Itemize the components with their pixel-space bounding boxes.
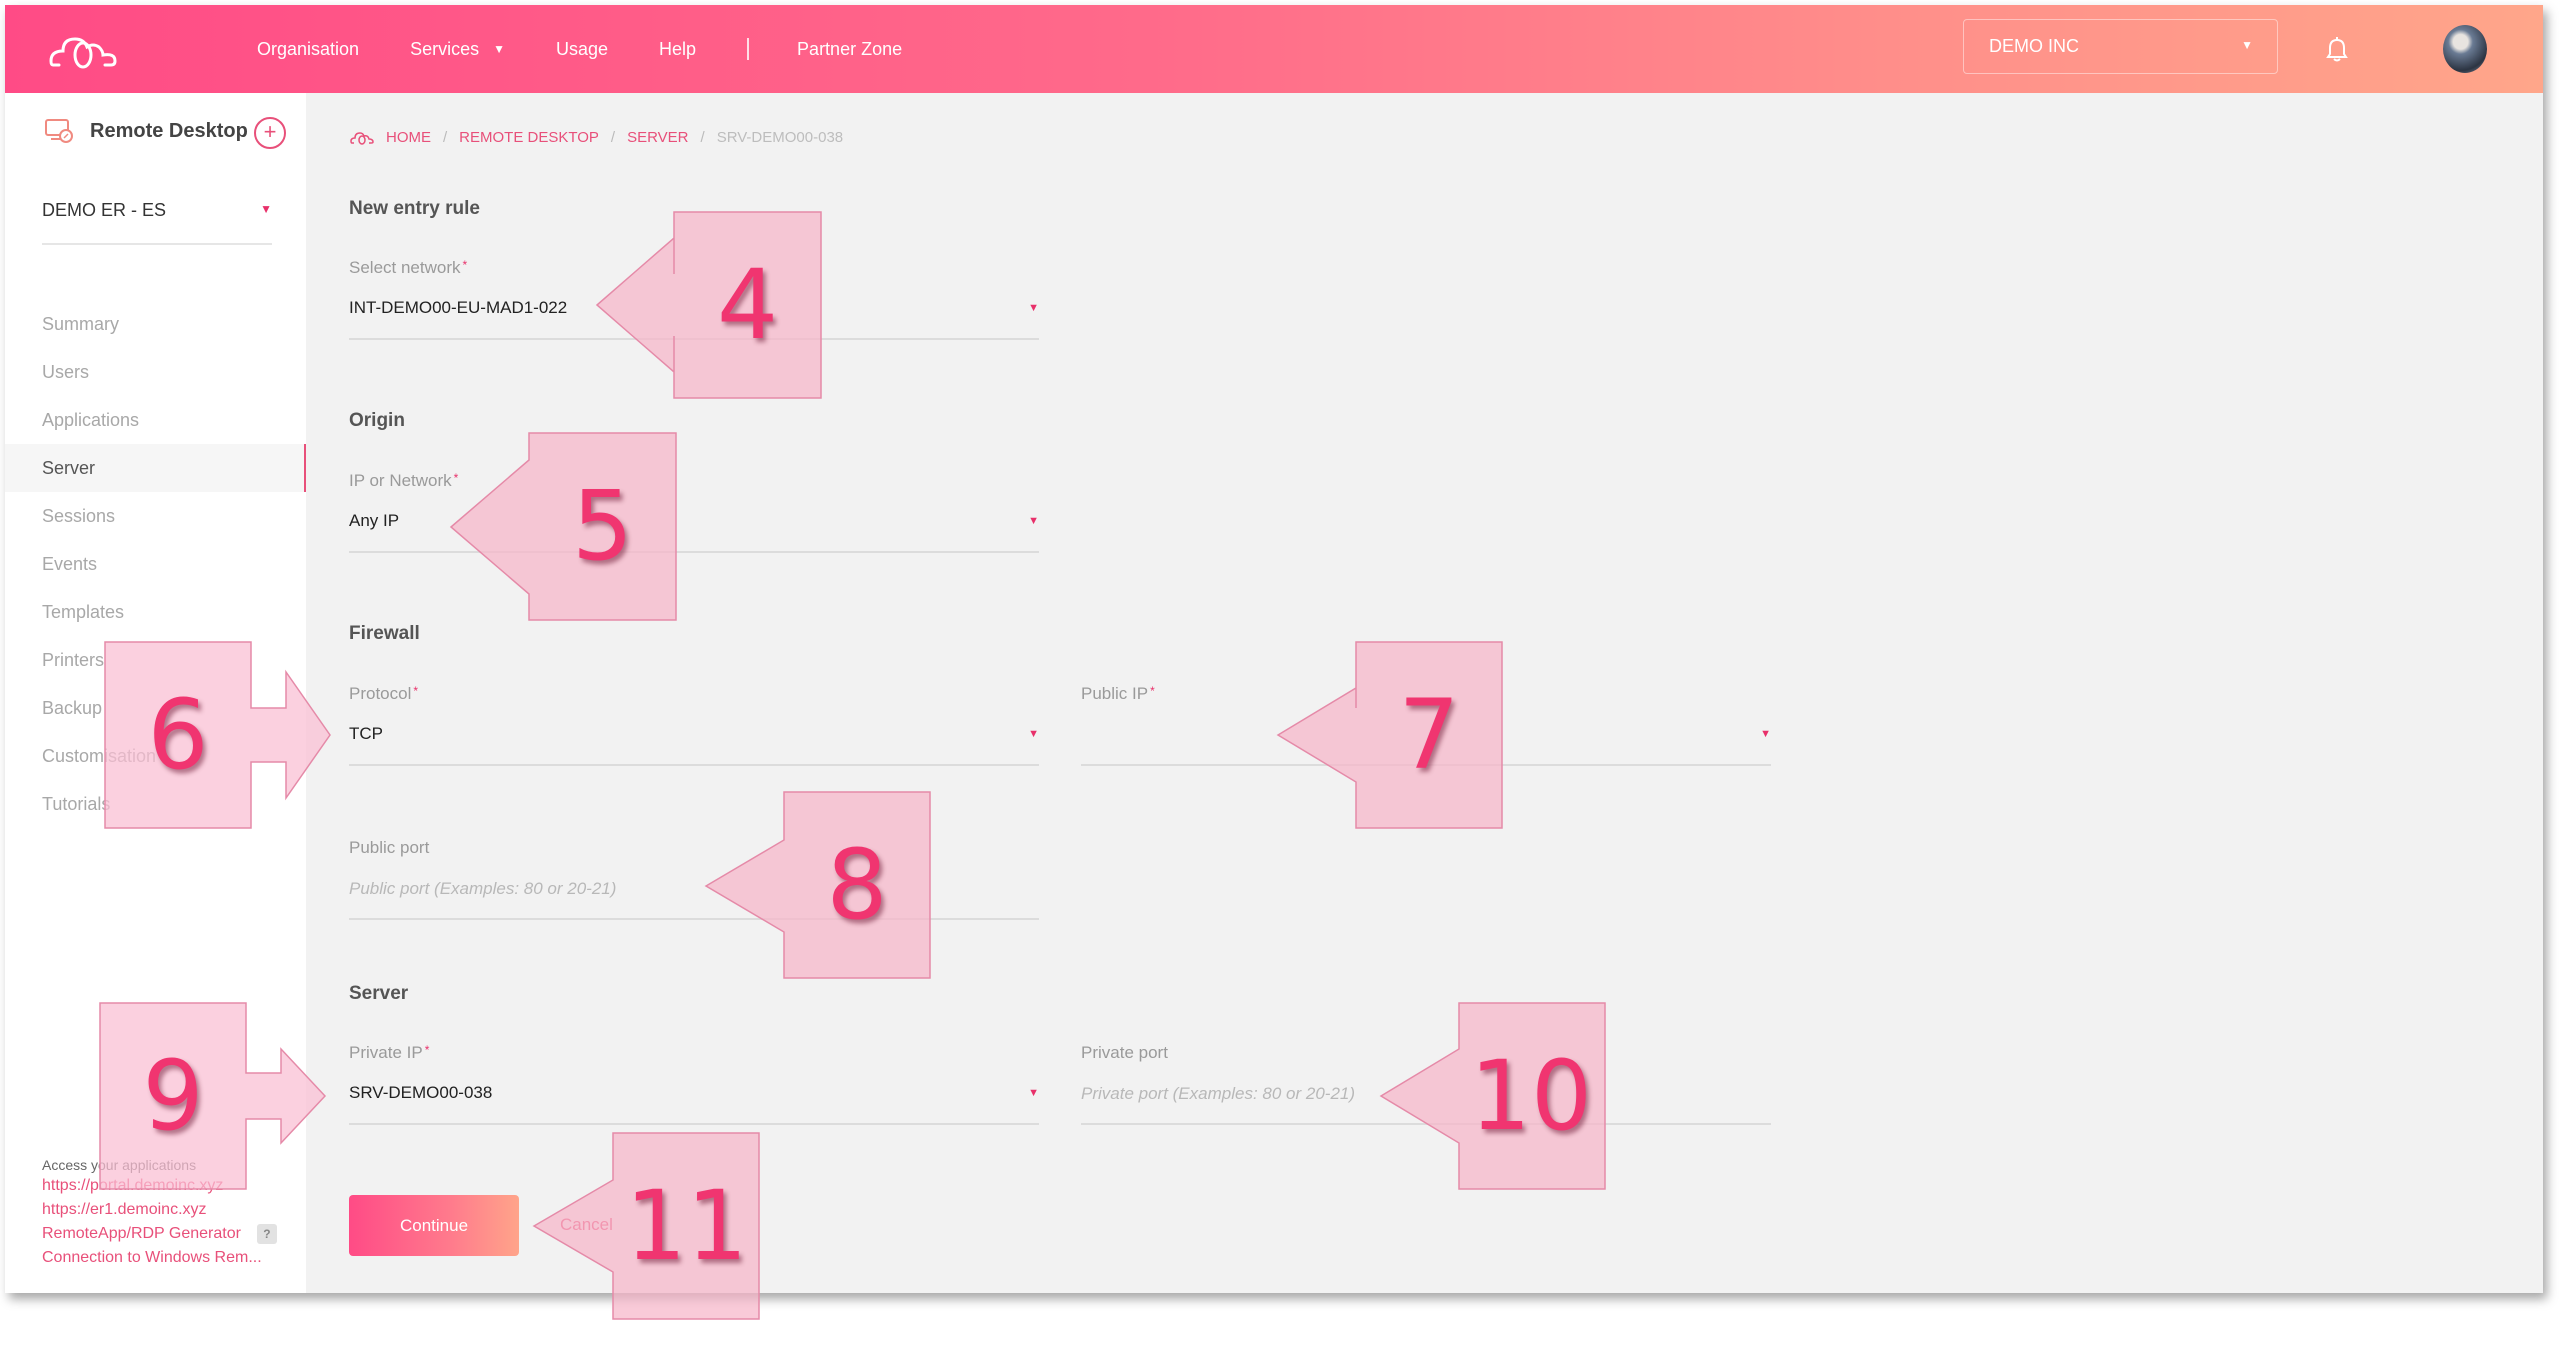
cancel-button[interactable]: Cancel xyxy=(560,1215,613,1235)
chevron-down-icon[interactable]: ▼ xyxy=(1028,728,1039,740)
app-window: Organisation Services ▼ Usage Help Partne… xyxy=(5,5,2543,1293)
field-label: IP or Network * xyxy=(349,471,459,490)
portal-link[interactable]: https://portal.demoinc.xyz xyxy=(42,1174,277,1198)
breadcrumb-current: SRV-DEMO00-038 xyxy=(716,129,844,146)
field-label: Public IP * xyxy=(1081,684,1155,703)
sidebar-item-server[interactable]: Server xyxy=(5,444,306,492)
ip-or-network-field[interactable]: IP or Network * Any IP ▼ xyxy=(349,471,1039,553)
user-avatar[interactable] xyxy=(2443,25,2487,73)
nav-label: Services xyxy=(410,38,480,59)
ip-or-network-value[interactable]: Any IP xyxy=(349,511,399,531)
protocol-field[interactable]: Protocol * TCP ▼ xyxy=(349,684,1039,766)
sidebar: Remote Desktop + DEMO ER - ES ▼ Summary … xyxy=(5,93,306,1293)
field-label: Private port xyxy=(1081,1043,1168,1062)
field-label: Select network * xyxy=(349,258,468,277)
sidebar-item-customisation[interactable]: Customisation xyxy=(5,732,306,780)
breadcrumb-separator: / xyxy=(443,129,448,146)
breadcrumb-separator: / xyxy=(610,129,616,146)
home-cloud-icon[interactable] xyxy=(350,131,374,145)
protocol-value[interactable]: TCP xyxy=(349,724,383,744)
private-port-input[interactable] xyxy=(1081,1077,1771,1111)
field-label: Protocol * xyxy=(349,684,419,703)
help-icon[interactable]: ? xyxy=(256,1223,277,1244)
sidebar-item-events[interactable]: Events xyxy=(5,540,306,588)
continue-button[interactable]: Continue xyxy=(349,1195,519,1256)
sidebar-org-select[interactable]: DEMO ER - ES ▼ xyxy=(42,200,272,245)
chevron-down-icon[interactable]: ▼ xyxy=(1028,302,1039,314)
nav-label: Organisation xyxy=(257,38,360,59)
breadcrumb-remote-desktop[interactable]: REMOTE DESKTOP xyxy=(459,129,599,146)
sidebar-item-tutorials[interactable]: Tutorials xyxy=(5,780,306,828)
cloud-logo-icon[interactable] xyxy=(49,33,119,69)
sidebar-item-sessions[interactable]: Sessions xyxy=(5,492,306,540)
nav-services[interactable]: Services ▼ xyxy=(410,39,505,60)
private-ip-field[interactable]: Private IP * SRV-DEMO00-038 ▼ xyxy=(349,1043,1039,1125)
private-ip-value[interactable]: SRV-DEMO00-038 xyxy=(349,1083,492,1103)
breadcrumb-server[interactable]: SERVER xyxy=(627,129,688,146)
sidebar-item-printers[interactable]: Printers xyxy=(5,636,306,684)
select-network-field[interactable]: Select network * INT-DEMO00-EU-MAD1-022 ▼ xyxy=(349,258,1039,340)
bell-icon[interactable] xyxy=(2325,37,2349,63)
field-label: Public port xyxy=(349,838,430,857)
access-links: Access your applications https://portal.… xyxy=(42,1156,277,1270)
nav-partner-zone[interactable]: Partner Zone xyxy=(797,39,902,60)
er1-link[interactable]: https://er1.demoinc.xyz xyxy=(42,1198,277,1222)
sidebar-item-backup[interactable]: Backup xyxy=(5,684,306,732)
sidebar-item-applications[interactable]: Applications xyxy=(5,396,306,444)
nav-label: Usage xyxy=(555,38,609,59)
chevron-down-icon: ▼ xyxy=(493,42,505,56)
sidebar-item-users[interactable]: Users xyxy=(5,348,306,396)
sidebar-item-templates[interactable]: Templates xyxy=(5,588,306,636)
sidebar-menu: Summary Users Applications Server Sessio… xyxy=(5,300,306,828)
add-button[interactable]: + xyxy=(254,117,286,149)
nav-label: Help xyxy=(659,38,697,59)
nav-divider xyxy=(747,38,750,60)
top-header: Organisation Services ▼ Usage Help Partne… xyxy=(5,5,2543,93)
access-links-title: Access your applications xyxy=(42,1157,197,1173)
public-port-field: Public port xyxy=(349,838,1039,920)
form-title: New entry rule xyxy=(349,198,480,219)
firewall-section-title: Firewall xyxy=(349,623,420,644)
sidebar-org-value: DEMO ER - ES xyxy=(42,200,167,220)
chevron-down-icon: ▼ xyxy=(260,202,272,216)
sidebar-app-title: Remote Desktop xyxy=(90,119,248,142)
origin-section-title: Origin xyxy=(349,410,405,431)
nav-organisation[interactable]: Organisation xyxy=(257,39,359,60)
server-section-title: Server xyxy=(349,983,409,1004)
breadcrumb: HOME / REMOTE DESKTOP / SERVER / SRV-DEM… xyxy=(350,129,843,146)
chevron-down-icon[interactable]: ▼ xyxy=(1028,1087,1039,1099)
public-port-input[interactable] xyxy=(349,872,1039,906)
rdp-generator-link[interactable]: RemoteApp/RDP Generator xyxy=(42,1225,241,1242)
chevron-down-icon[interactable]: ▼ xyxy=(1760,728,1771,740)
main-nav: Organisation Services ▼ Usage Help Partne… xyxy=(257,5,953,93)
nav-usage[interactable]: Usage xyxy=(556,39,608,60)
field-label: Private IP * xyxy=(349,1043,430,1062)
organization-select[interactable]: DEMO INC ▼ xyxy=(1963,19,2278,74)
select-network-value[interactable]: INT-DEMO00-EU-MAD1-022 xyxy=(349,298,567,318)
nav-help[interactable]: Help xyxy=(659,39,696,60)
organization-select-value: DEMO INC xyxy=(1989,36,2079,56)
public-ip-field[interactable]: Public IP * ▼ xyxy=(1081,684,1771,766)
breadcrumb-home[interactable]: HOME xyxy=(386,129,431,146)
sidebar-item-summary[interactable]: Summary xyxy=(5,300,306,348)
chevron-down-icon: ▼ xyxy=(2241,38,2253,52)
breadcrumb-separator: / xyxy=(700,129,705,146)
private-port-field: Private port xyxy=(1081,1043,1771,1125)
nav-label: Partner Zone xyxy=(797,38,903,59)
sidebar-app-header: Remote Desktop xyxy=(45,119,248,143)
remote-desktop-icon xyxy=(45,119,73,143)
windows-remote-connection-link[interactable]: Connection to Windows Rem... xyxy=(42,1246,277,1270)
chevron-down-icon[interactable]: ▼ xyxy=(1028,515,1039,527)
